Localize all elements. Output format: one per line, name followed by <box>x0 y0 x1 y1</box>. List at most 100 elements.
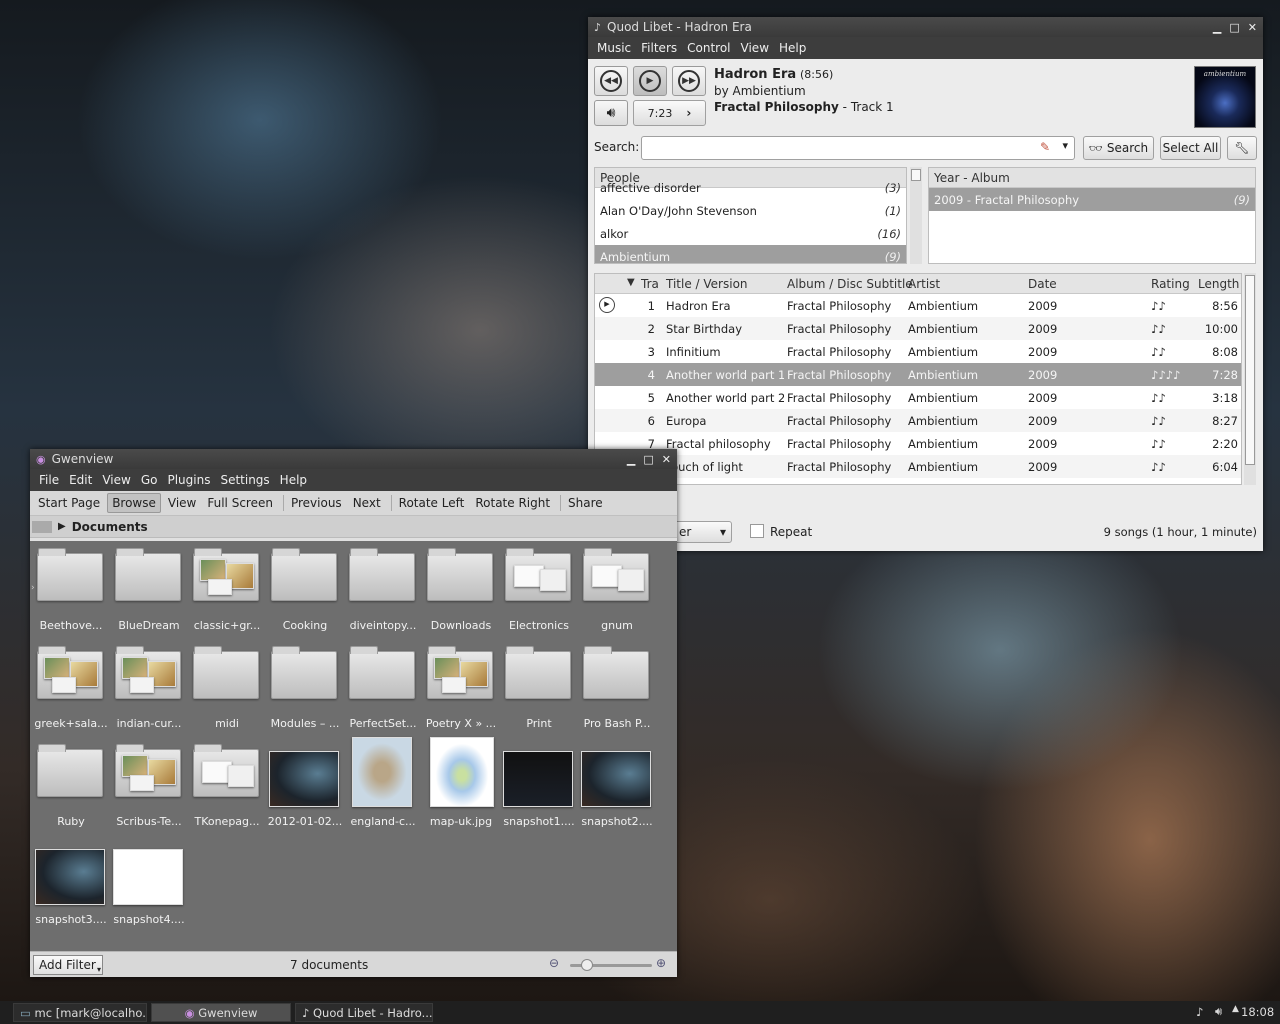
browse-button[interactable]: Browse <box>107 493 161 513</box>
menu-help[interactable]: Help <box>774 41 811 55</box>
folder-item[interactable]: Scribus-Te... <box>110 737 188 835</box>
next-button[interactable]: ▶▶ <box>672 66 706 96</box>
next-button[interactable]: Next <box>349 494 385 512</box>
task-mc[interactable]: ▭ mc [mark@localho... <box>13 1003 147 1022</box>
previous-button[interactable]: ◀◀ <box>594 66 628 96</box>
menu-control[interactable]: Control <box>682 41 735 55</box>
seek-button[interactable]: 7:23 › <box>633 100 706 126</box>
rotate-right-button[interactable]: Rotate Right <box>471 494 554 512</box>
column-track[interactable]: Tra <box>641 277 659 291</box>
folder-item[interactable]: Electronics <box>500 541 578 639</box>
gwenview-titlebar[interactable]: ◉ Gwenview ▁ □ ✕ <box>30 449 677 469</box>
folder-item[interactable]: diveintopy... <box>344 541 422 639</box>
folder-item[interactable]: Pro Bash P... <box>578 639 656 737</box>
previous-button[interactable]: Previous <box>287 494 346 512</box>
folder-item[interactable]: Downloads <box>422 541 500 639</box>
folder-item[interactable]: Modules – ... <box>266 639 344 737</box>
close-icon[interactable]: ✕ <box>662 453 671 466</box>
folder-item[interactable]: indian-cur... <box>110 639 188 737</box>
folder-item[interactable]: PerfectSet... <box>344 639 422 737</box>
folder-item[interactable]: Cooking <box>266 541 344 639</box>
full-screen-button[interactable]: Full Screen <box>203 494 277 512</box>
repeat-checkbox[interactable] <box>750 524 764 538</box>
folder-item[interactable]: greek+sala... <box>32 639 110 737</box>
column-length[interactable]: Length <box>1198 277 1239 291</box>
view-button[interactable]: View <box>164 494 200 512</box>
clear-icon[interactable]: ✎ <box>1040 140 1050 154</box>
zoom-slider-handle[interactable] <box>580 959 593 971</box>
track-row[interactable]: 2 Star Birthday Fractal Philosophy Ambienti… <box>595 317 1241 340</box>
tray-arrow-icon[interactable]: ▲ <box>1232 1004 1239 1014</box>
column-date[interactable]: Date <box>1028 277 1057 291</box>
menu-view[interactable]: View <box>736 41 774 55</box>
chevron-right-icon[interactable]: ▶ <box>58 521 66 532</box>
sort-icon[interactable]: ▼ <box>627 277 635 288</box>
list-item[interactable]: affective disorder (3) <box>595 176 906 199</box>
column-artist[interactable]: Artist <box>908 277 940 291</box>
track-scrollbar[interactable] <box>1244 273 1256 485</box>
close-icon[interactable]: ✕ <box>1248 21 1257 34</box>
list-item[interactable]: alkor (16) <box>595 222 906 245</box>
column-title[interactable]: Title / Version <box>666 277 748 291</box>
list-item-selected[interactable]: Ambientium (9) <box>595 245 906 263</box>
track-row[interactable]: 8Touch of lightFractal PhilosophyAmbient… <box>595 455 1241 478</box>
menu-filters[interactable]: Filters <box>636 41 682 55</box>
menu-settings[interactable]: Settings <box>215 473 274 487</box>
zoom-slider[interactable] <box>570 959 652 971</box>
quodlibet-titlebar[interactable]: ♪ Quod Libet - Hadron Era ▁ □ ✕ <box>588 17 1263 37</box>
album-cover[interactable]: ambientium <box>1194 66 1256 128</box>
tray-volume-icon[interactable]: 🔊︎ <box>1215 1004 1222 1019</box>
image-item[interactable]: snapshot1.... <box>500 737 578 835</box>
search-button[interactable]: 👓︎ Search <box>1083 136 1154 160</box>
folder-item[interactable]: Beethove... <box>32 541 110 639</box>
album-header[interactable]: Year - Album <box>929 168 1255 188</box>
track-row[interactable]: 3 Infinitium Fractal Philosophy Ambientium 2… <box>595 340 1241 363</box>
people-scrollbar[interactable] <box>910 167 922 264</box>
image-item[interactable]: snapshot3.... <box>32 835 110 933</box>
track-row[interactable]: 6 Europa Fractal Philosophy Ambientium 2009 ♪… <box>595 409 1241 432</box>
chevron-down-icon[interactable]: ▾ <box>1062 139 1068 152</box>
minimize-icon[interactable]: ▁ <box>627 453 635 466</box>
track-row-selected[interactable]: 4 Another world part 1 Fractal Philosophy A… <box>595 363 1241 386</box>
folder-item[interactable]: Print <box>500 639 578 737</box>
minimize-icon[interactable]: ▁ <box>1213 21 1221 34</box>
menu-music[interactable]: Music <box>592 41 636 55</box>
search-input[interactable]: ✎ ▾ <box>641 136 1075 160</box>
track-row[interactable]: 5 Another world part 2 Fractal Philosophy A… <box>595 386 1241 409</box>
play-button[interactable]: ▶ <box>633 66 667 96</box>
column-rating[interactable]: Rating <box>1151 277 1190 291</box>
folder-item[interactable]: BlueDream <box>110 541 188 639</box>
folder-item[interactable]: Ruby <box>32 737 110 835</box>
breadcrumb-documents[interactable]: Documents <box>72 520 148 534</box>
folder-item[interactable]: gnum <box>578 541 656 639</box>
list-item[interactable]: Alan O'Day/John Stevenson (1) <box>595 199 906 222</box>
volume-button[interactable]: 🔊︎ <box>594 100 628 126</box>
menu-go[interactable]: Go <box>136 473 163 487</box>
column-album[interactable]: Album / Disc Subtitle <box>787 277 913 291</box>
select-all-button[interactable]: Select All <box>1160 136 1221 160</box>
maximize-icon[interactable]: □ <box>1229 21 1239 34</box>
image-item[interactable]: snapshot4.... <box>110 835 188 933</box>
preferences-button[interactable]: 🔧︎ <box>1227 136 1257 160</box>
image-item[interactable]: snapshot2.... <box>578 737 656 835</box>
menu-edit[interactable]: Edit <box>64 473 97 487</box>
image-item[interactable]: england-c... <box>344 737 422 835</box>
track-row[interactable]: ▶ 1 Hadron Era Fractal Philosophy Ambientium… <box>595 294 1241 317</box>
folder-item[interactable]: Poetry X » ... <box>422 639 500 737</box>
folder-item[interactable]: midi <box>188 639 266 737</box>
menu-file[interactable]: File <box>34 473 64 487</box>
track-row[interactable]: 7 Fractal philosophy Fractal Philosophy Amb… <box>595 432 1241 455</box>
share-button[interactable]: Share <box>564 494 607 512</box>
task-gwenview[interactable]: ◉ Gwenview <box>151 1003 291 1022</box>
image-item[interactable]: 2012-01-02... <box>266 737 344 835</box>
zoom-out-icon[interactable]: ⊖ <box>549 956 559 970</box>
sidebar-toggle[interactable] <box>32 520 52 533</box>
folder-item[interactable]: TKonepag... <box>188 737 266 835</box>
image-item[interactable]: map-uk.jpg <box>422 737 500 835</box>
zoom-in-icon[interactable]: ⊕ <box>656 956 666 970</box>
start-page-button[interactable]: Start Page <box>34 494 104 512</box>
menu-view[interactable]: View <box>97 473 135 487</box>
menu-plugins[interactable]: Plugins <box>162 473 215 487</box>
tray-quodlibet-icon[interactable]: ♪ <box>1196 1005 1203 1019</box>
menu-help[interactable]: Help <box>275 473 312 487</box>
